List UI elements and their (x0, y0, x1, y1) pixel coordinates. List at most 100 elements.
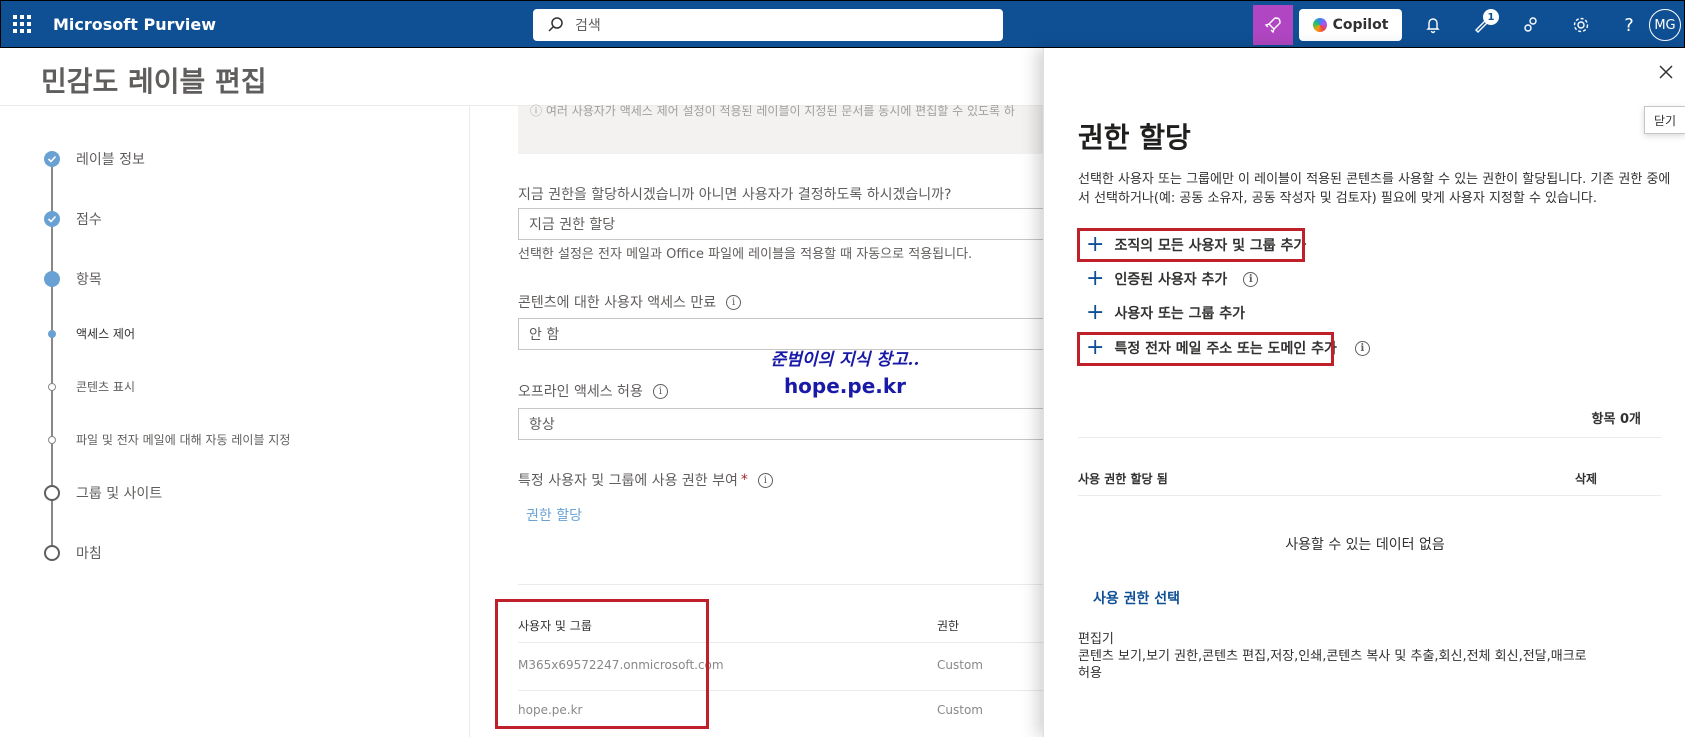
grant-label-row: 특정 사용자 및 그룹에 사용 권한 부여 * i (518, 470, 773, 490)
copilot-button[interactable]: Copilot (1299, 9, 1402, 41)
close-icon (1659, 65, 1673, 79)
checkmark-icon (44, 151, 60, 167)
expiry-label-row: 콘텐츠에 대한 사용자 액세스 만료 i (518, 292, 742, 312)
highlight-box-add-email (1077, 332, 1334, 366)
table-row-perm: Custom (937, 658, 983, 672)
item-count: 항목 0개 (1591, 412, 1641, 427)
choose-permissions-link[interactable]: 사용 권한 선택 (1093, 588, 1180, 608)
panel-divider (1078, 495, 1661, 496)
todo-step-dot (44, 485, 60, 501)
substep-dot (48, 435, 56, 444)
step-groups-sites[interactable]: 그룹 및 사이트 (44, 483, 162, 503)
app-name[interactable]: Microsoft Purview (53, 15, 216, 34)
step-label: 액세스 제어 (76, 327, 136, 341)
step-score[interactable]: 점수 (44, 209, 102, 229)
substep-auto-labeling[interactable]: 파일 및 전자 메일에 대해 자동 레이블 지정 (44, 431, 290, 448)
substep-dot (48, 329, 56, 338)
notice-text: ⓘ 여러 사용자가 액세스 제어 설정이 적용된 레이블이 지정된 문서를 동시… (530, 104, 1015, 118)
settings-button[interactable] (1567, 11, 1595, 39)
grant-label: 특정 사용자 및 그룹에 사용 권한 부여 (518, 473, 738, 489)
info-notice: ⓘ 여러 사용자가 액세스 제어 설정이 적용된 레이블이 지정된 문서를 동시… (518, 104, 1048, 154)
panel-title: 권한 할당 (1078, 121, 1191, 154)
bell-icon (1426, 18, 1440, 34)
substep-content-marking[interactable]: 콘텐츠 표시 (44, 378, 135, 395)
rocket-button[interactable] (1253, 5, 1293, 45)
todo-step-dot (44, 545, 60, 561)
info-icon: ⓘ (530, 104, 546, 118)
copilot-icon (1312, 18, 1327, 32)
app-launcher-icon[interactable] (13, 15, 31, 33)
offline-dropdown[interactable]: 항상 (518, 408, 1048, 440)
watermark: 준범이의 지식 창고.. hope.pe.kr (760, 345, 930, 398)
panel-divider (1078, 437, 1661, 438)
expiry-label: 콘텐츠에 대한 사용자 액세스 만료 (518, 295, 717, 311)
step-label: 점수 (76, 212, 102, 228)
notification-badge: 1 (1483, 9, 1499, 25)
assign-help-text: 선택한 설정은 전자 메일과 Office 파일에 레이블을 적용할 때 자동으… (518, 247, 973, 262)
close-tooltip: 닫기 (1644, 106, 1685, 134)
step-items[interactable]: 항목 (44, 269, 102, 289)
info-icon[interactable]: i (1243, 271, 1259, 287)
col-perm-header[interactable]: 권한 (937, 617, 959, 634)
add-users-groups-button[interactable]: + 사용자 또는 그룹 추가 (1086, 302, 1245, 324)
question-icon: ? (1624, 14, 1634, 36)
avatar[interactable]: MG (1649, 9, 1681, 41)
step-label: 항목 (76, 272, 102, 288)
wizard-steps: 레이블 정보 점수 항목 액세스 제어 콘텐츠 표시 파일 및 전자 메일에 대… (0, 106, 470, 737)
checkmark-icon (44, 211, 60, 227)
search-box[interactable]: 검색 (533, 9, 1003, 41)
info-icon[interactable]: i (757, 472, 773, 488)
info-icon[interactable]: i (726, 294, 742, 310)
table-row-perm: Custom (937, 703, 983, 717)
close-button[interactable] (1654, 60, 1678, 84)
no-data-message: 사용할 수 있는 데이터 없음 (1285, 537, 1445, 553)
step-label-info[interactable]: 레이블 정보 (44, 149, 145, 169)
notifications-button[interactable] (1419, 11, 1447, 39)
search-icon (548, 17, 563, 32)
role-name: 편집기 (1078, 632, 1114, 647)
copilot-label: Copilot (1332, 17, 1389, 33)
plus-icon: + (1086, 266, 1105, 291)
substep-access-control[interactable]: 액세스 제어 (44, 325, 135, 342)
col-delete-header: 삭제 (1575, 472, 1598, 486)
table-divider (518, 584, 1048, 585)
highlight-box-table (495, 599, 709, 729)
action-label: 인증된 사용자 추가 (1114, 272, 1228, 288)
help-button[interactable]: ? (1615, 11, 1643, 39)
panel-description: 선택한 사용자 또는 그룹에만 이 레이블이 적용된 콘텐츠를 사용할 수 있는… (1078, 172, 1671, 206)
current-step-dot (44, 271, 60, 287)
step-label: 그룹 및 사이트 (76, 486, 163, 502)
step-label: 레이블 정보 (76, 152, 145, 168)
required-marker: * (740, 472, 748, 488)
people-icon (1524, 17, 1537, 32)
top-bar: Microsoft Purview 검색 Copilot 1 ? MG (0, 0, 1685, 48)
gear-icon (1573, 17, 1589, 33)
rocket-icon (1264, 17, 1281, 34)
assign-permissions-link[interactable]: 권한 할당 (526, 505, 582, 525)
offline-label-row: 오프라인 액세스 허용 i (518, 381, 668, 401)
watermark-line1: 준범이의 지식 창고.. (770, 350, 920, 370)
page-title: 민감도 레이블 편집 (41, 65, 267, 98)
connections-button[interactable] (1517, 11, 1545, 39)
step-label: 파일 및 전자 메일에 대해 자동 레이블 지정 (76, 433, 291, 447)
assign-mode-dropdown[interactable]: 지금 권한 할당 (518, 208, 1048, 240)
step-finish[interactable]: 마침 (44, 543, 102, 563)
assign-permissions-panel: 닫기 권한 할당 선택한 사용자 또는 그룹에만 이 레이블이 적용된 콘텐츠를… (1043, 48, 1685, 737)
role-permissions-cont: 허용 (1078, 666, 1102, 681)
plus-icon: + (1086, 300, 1105, 325)
info-icon[interactable]: i (652, 383, 668, 399)
highlight-box-add-all (1077, 228, 1305, 262)
info-icon[interactable]: i (1354, 340, 1370, 356)
announcements-button[interactable]: 1 (1468, 9, 1499, 39)
action-label: 사용자 또는 그룹 추가 (1114, 306, 1245, 322)
search-placeholder: 검색 (575, 18, 601, 34)
role-permissions: 콘텐츠 보기,보기 권한,콘텐츠 편집,저장,인쇄,콘텐츠 복사 및 추출,회신… (1078, 649, 1587, 664)
assign-question-label: 지금 권한을 할당하시겠습니까 아니면 사용자가 결정하도록 하시겠습니까? (518, 187, 952, 203)
add-authenticated-users-button[interactable]: + 인증된 사용자 추가 i (1086, 266, 1259, 291)
offline-label: 오프라인 액세스 허용 (518, 384, 643, 400)
step-label: 콘텐츠 표시 (76, 380, 136, 394)
col-assigned-header: 사용 권한 할당 됨 (1078, 472, 1168, 486)
substep-dot (48, 382, 56, 391)
watermark-line2: hope.pe.kr (783, 374, 907, 398)
step-label: 마침 (76, 546, 102, 562)
